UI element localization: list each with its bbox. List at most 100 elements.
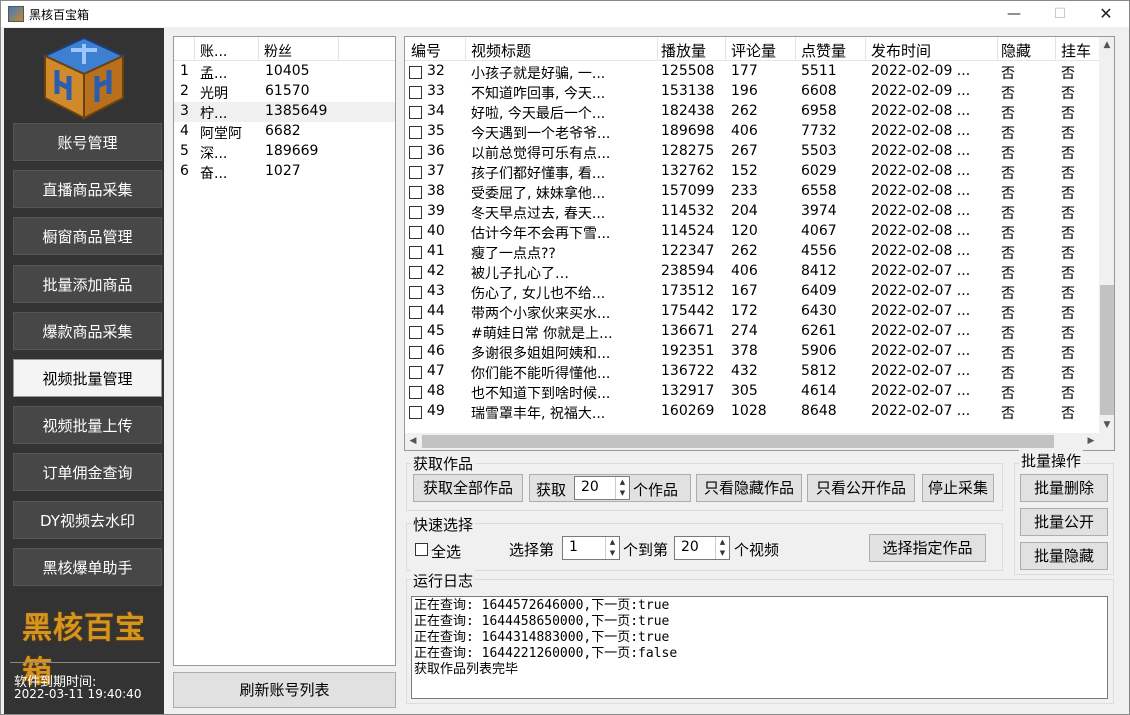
row-checkbox[interactable] bbox=[409, 146, 422, 159]
fetch-all-button[interactable]: 获取全部作品 bbox=[413, 474, 523, 502]
stepper-arrows[interactable]: ▲ ▼ bbox=[715, 537, 729, 559]
table-row[interactable]: 3 柠... 1385649 bbox=[174, 102, 395, 122]
column-divider[interactable] bbox=[338, 37, 339, 61]
close-icon[interactable]: ✕ bbox=[1083, 1, 1129, 27]
scroll-up-icon[interactable]: ▲ bbox=[1099, 37, 1114, 53]
stepper-down-icon[interactable]: ▼ bbox=[716, 548, 729, 559]
row-checkbox[interactable] bbox=[409, 86, 422, 99]
nav-item[interactable]: 视频批量上传 bbox=[13, 406, 162, 445]
row-checkbox[interactable] bbox=[409, 306, 422, 319]
fetch-count-value[interactable]: 20 bbox=[581, 479, 599, 495]
row-checkbox[interactable] bbox=[409, 266, 422, 279]
table-row[interactable]: 1 孟... 10405 bbox=[174, 62, 395, 82]
column-header-fans[interactable]: 粉丝 bbox=[264, 41, 292, 61]
nav-item[interactable]: 黑核爆单助手 bbox=[13, 547, 162, 586]
column-divider[interactable] bbox=[194, 37, 195, 61]
table-row[interactable]: 35 今天遇到一个老爷爷... 189698 406 7732 2022-02-08 ..… bbox=[405, 122, 1099, 142]
column-divider[interactable] bbox=[1055, 37, 1056, 61]
nav-item[interactable]: 账号管理 bbox=[13, 123, 162, 161]
table-row[interactable]: 39 冬天早点过去, 春天... 114532 204 3974 2022-02-08 .… bbox=[405, 202, 1099, 222]
column-header-comments[interactable]: 评论量 bbox=[731, 40, 776, 61]
scroll-left-icon[interactable]: ◀ bbox=[405, 433, 421, 450]
stepper-arrows[interactable]: ▲ ▼ bbox=[615, 477, 629, 499]
stepper-up-icon[interactable]: ▲ bbox=[616, 477, 629, 488]
column-divider[interactable] bbox=[795, 37, 796, 61]
column-divider[interactable] bbox=[258, 37, 259, 61]
table-row[interactable]: 47 你们能不能听得懂他... 136722 432 5812 2022-02-07 ..… bbox=[405, 362, 1099, 382]
vertical-scrollbar[interactable]: ▲ ▼ bbox=[1099, 37, 1114, 433]
table-row[interactable]: 36 以前总觉得可乐有点... 128275 267 5503 2022-02-08 ..… bbox=[405, 142, 1099, 162]
column-header-hidden[interactable]: 隐藏 bbox=[1001, 40, 1031, 61]
nav-item[interactable]: 直播商品采集 bbox=[13, 170, 162, 209]
row-checkbox[interactable] bbox=[409, 386, 422, 399]
log-output[interactable]: 正在查询: 1644572646000,下一页:true 正在查询: 164445… bbox=[411, 596, 1108, 699]
table-row[interactable]: 48 也不知道下到啥时候... 132917 305 4614 2022-02-07 ..… bbox=[405, 382, 1099, 402]
horizontal-scrollbar[interactable]: ◀ ▶ bbox=[405, 433, 1099, 450]
row-checkbox[interactable] bbox=[409, 66, 422, 79]
select-all-checkbox[interactable] bbox=[415, 543, 428, 556]
column-divider[interactable] bbox=[997, 37, 998, 61]
stop-fetch-button[interactable]: 停止采集 bbox=[922, 474, 994, 502]
row-checkbox[interactable] bbox=[409, 126, 422, 139]
table-row[interactable]: 43 伤心了, 女儿也不给... 173512 167 6409 2022-02-07 .… bbox=[405, 282, 1099, 302]
scroll-down-icon[interactable]: ▼ bbox=[1099, 417, 1114, 433]
table-row[interactable]: 32 小孩子就是好骗, 一... 125508 177 5511 2022-02-09 .… bbox=[405, 62, 1099, 82]
column-divider[interactable] bbox=[725, 37, 726, 61]
table-row[interactable]: 4 阿堂阿 6682 bbox=[174, 122, 395, 142]
row-checkbox[interactable] bbox=[409, 206, 422, 219]
table-row[interactable]: 6 奋... 1027 bbox=[174, 162, 395, 182]
select-to-stepper[interactable]: 20 ▲ ▼ bbox=[674, 536, 730, 560]
scroll-thumb[interactable] bbox=[1100, 285, 1114, 415]
table-row[interactable]: 40 估计今年不会再下雪... 114524 120 4067 2022-02-08 ..… bbox=[405, 222, 1099, 242]
column-header-time[interactable]: 发布时间 bbox=[871, 40, 931, 61]
column-divider[interactable] bbox=[465, 37, 466, 61]
stepper-up-icon[interactable]: ▲ bbox=[716, 537, 729, 548]
stepper-down-icon[interactable]: ▼ bbox=[606, 548, 619, 559]
row-checkbox[interactable] bbox=[409, 226, 422, 239]
batch-delete-button[interactable]: 批量删除 bbox=[1020, 474, 1108, 502]
stepper-arrows[interactable]: ▲ ▼ bbox=[605, 537, 619, 559]
refresh-accounts-button[interactable]: 刷新账号列表 bbox=[173, 672, 396, 708]
stepper-down-icon[interactable]: ▼ bbox=[616, 488, 629, 499]
table-row[interactable]: 38 受委屈了, 妹妹拿他... 157099 233 6558 2022-02-08 .… bbox=[405, 182, 1099, 202]
nav-item[interactable]: DY视频去水印 bbox=[13, 500, 162, 539]
scroll-right-icon[interactable]: ▶ bbox=[1083, 433, 1099, 450]
row-checkbox[interactable] bbox=[409, 346, 422, 359]
column-header-id[interactable]: 编号 bbox=[411, 40, 441, 61]
table-row[interactable]: 33 不知道咋回事, 今天... 153138 196 6608 2022-02-09 .… bbox=[405, 82, 1099, 102]
table-row[interactable]: 5 深... 189669 bbox=[174, 142, 395, 162]
column-divider[interactable] bbox=[657, 37, 658, 61]
column-header-title[interactable]: 视频标题 bbox=[471, 40, 531, 61]
select-from-stepper[interactable]: 1 ▲ ▼ bbox=[562, 536, 620, 560]
only-public-button[interactable]: 只看公开作品 bbox=[807, 474, 915, 502]
table-row[interactable]: 46 多谢很多姐姐阿姨和... 192351 378 5906 2022-02-07 ..… bbox=[405, 342, 1099, 362]
only-hidden-button[interactable]: 只看隐藏作品 bbox=[696, 474, 802, 502]
table-row[interactable]: 45 #萌娃日常 你就是上... 136671 274 6261 2022-02-07 .… bbox=[405, 322, 1099, 342]
column-header-likes[interactable]: 点赞量 bbox=[801, 40, 846, 61]
select-from-value[interactable]: 1 bbox=[569, 539, 578, 555]
table-row[interactable]: 34 好啦, 今天最后一个... 182438 262 6958 2022-02-08 .… bbox=[405, 102, 1099, 122]
select-range-button[interactable]: 选择指定作品 bbox=[869, 534, 986, 562]
column-header-cart[interactable]: 挂车 bbox=[1061, 40, 1091, 61]
batch-hide-button[interactable]: 批量隐藏 bbox=[1020, 542, 1108, 570]
column-header-plays[interactable]: 播放量 bbox=[661, 40, 706, 61]
table-row[interactable]: 2 光明 61570 bbox=[174, 82, 395, 102]
column-header-account[interactable]: 账... bbox=[200, 41, 227, 61]
table-row[interactable]: 44 带两个小家伙来买水... 175442 172 6430 2022-02-07 ..… bbox=[405, 302, 1099, 322]
row-checkbox[interactable] bbox=[409, 286, 422, 299]
table-row[interactable]: 41 瘦了一点点?? 122347 262 4556 2022-02-08 ... 否 否 bbox=[405, 242, 1099, 262]
table-row[interactable]: 49 瑞雪罩丰年, 祝福大... 160269 1028 8648 2022-02-07 … bbox=[405, 402, 1099, 422]
batch-public-button[interactable]: 批量公开 bbox=[1020, 508, 1108, 536]
select-all-label[interactable]: 全选 bbox=[431, 541, 461, 562]
nav-item[interactable]: 爆款商品采集 bbox=[13, 311, 162, 350]
stepper-up-icon[interactable]: ▲ bbox=[606, 537, 619, 548]
row-checkbox[interactable] bbox=[409, 246, 422, 259]
row-checkbox[interactable] bbox=[409, 326, 422, 339]
nav-item[interactable]: 批量添加商品 bbox=[13, 264, 162, 303]
minimize-icon[interactable]: — bbox=[991, 1, 1037, 27]
column-divider[interactable] bbox=[865, 37, 866, 61]
nav-item[interactable]: 视频批量管理 bbox=[13, 359, 162, 397]
fetch-count-stepper[interactable]: 20 ▲ ▼ bbox=[574, 476, 630, 500]
row-checkbox[interactable] bbox=[409, 106, 422, 119]
row-checkbox[interactable] bbox=[409, 166, 422, 179]
